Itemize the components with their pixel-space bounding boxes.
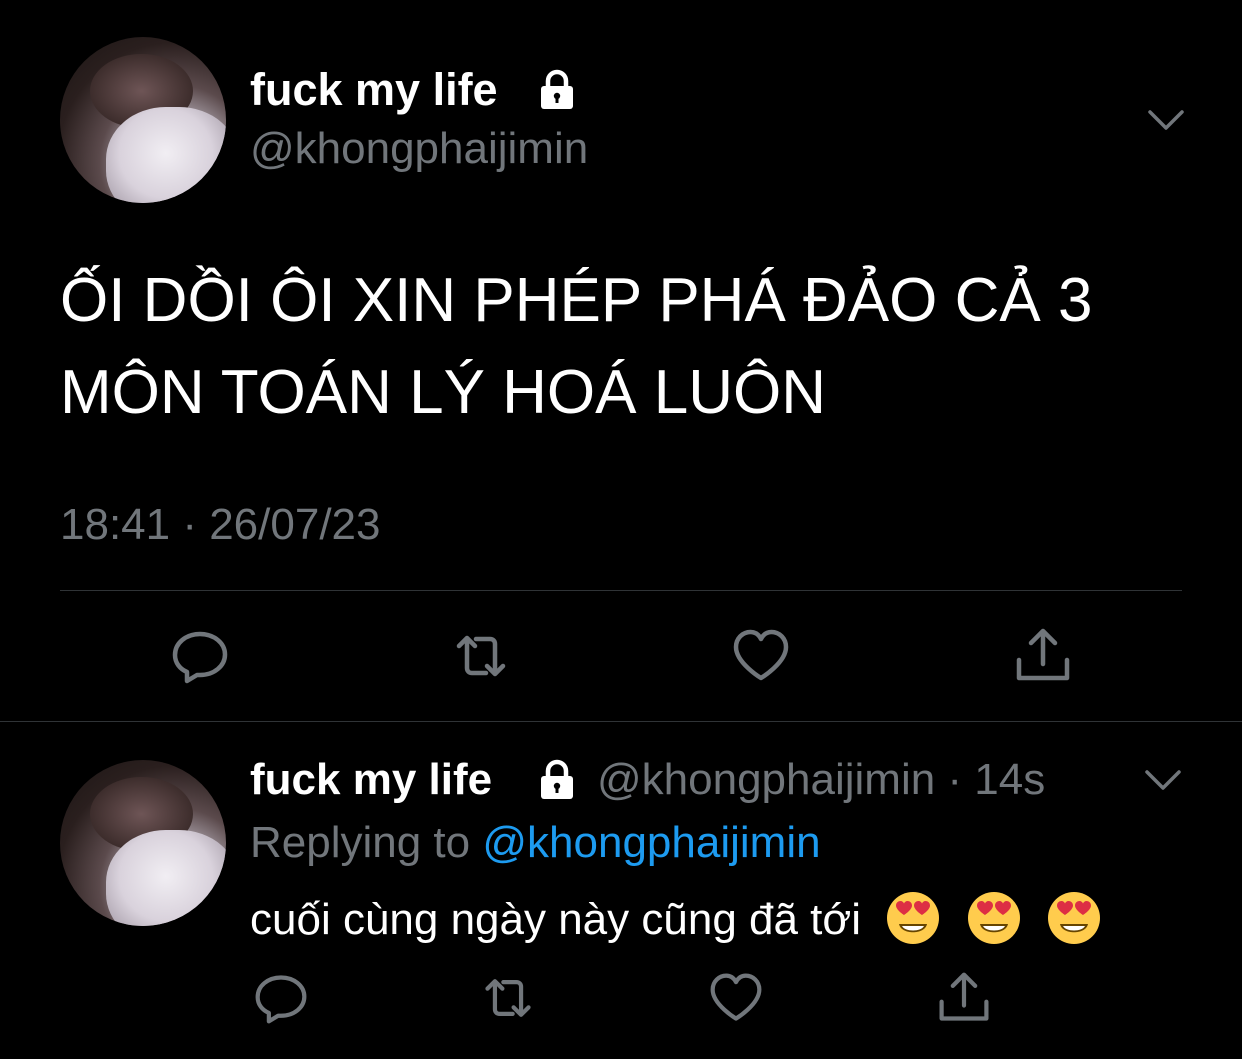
tweet-detail-page: fuck my life @khongphaijimin ỐI DỒI ÔI X… (0, 0, 1242, 1059)
chevron-down-icon[interactable] (1143, 766, 1183, 794)
user-handle[interactable]: @khongphaijimin (250, 124, 588, 174)
avatar[interactable] (60, 760, 226, 926)
retweet-icon[interactable] (451, 626, 511, 686)
separator (0, 721, 1242, 722)
replying-to: Replying to @khongphaijimin (250, 818, 821, 868)
like-icon[interactable] (708, 970, 764, 1026)
heart-eyes-emoji-icon (967, 892, 1020, 944)
display-name[interactable]: fuck my life (250, 755, 492, 805)
lock-icon (541, 69, 573, 109)
avatar[interactable] (60, 37, 226, 203)
tweet-text: ỐI DỒI ÔI XIN PHÉP PHÁ ĐẢO CẢ 3 MÔN TOÁN… (60, 255, 1190, 439)
tweet-timestamp[interactable]: 18:41 · 26/07/23 (60, 500, 380, 550)
like-icon[interactable] (731, 626, 791, 686)
divider (60, 590, 1182, 591)
share-icon[interactable] (936, 970, 992, 1026)
tweet-text-line: MÔN TOÁN LÝ HOÁ LUÔN (60, 358, 826, 427)
lock-icon (541, 759, 573, 799)
chevron-down-icon[interactable] (1146, 106, 1186, 134)
tweet-text-line: ỐI DỒI ÔI XIN PHÉP PHÁ ĐẢO CẢ 3 (60, 266, 1093, 335)
reply-icon[interactable] (253, 970, 309, 1026)
heart-eyes-emoji-icon (887, 892, 940, 944)
display-name[interactable]: fuck my life (250, 64, 498, 116)
user-handle-and-time[interactable]: @khongphaijimin · 14s (597, 755, 1045, 805)
heart-eyes-emoji-icon (1047, 892, 1100, 944)
reply-text: cuối cùng ngày này cũng đã tới (250, 890, 1102, 946)
main-tweet: fuck my life @khongphaijimin ỐI DỒI ÔI X… (0, 0, 1242, 722)
reply-text-content: cuối cùng ngày này cũng đã tới (250, 895, 862, 944)
replying-to-label: Replying to (250, 818, 471, 867)
retweet-icon[interactable] (480, 970, 536, 1026)
reply-icon[interactable] (170, 626, 230, 686)
mention-link[interactable]: @khongphaijimin (482, 818, 820, 867)
share-icon[interactable] (1013, 626, 1073, 686)
